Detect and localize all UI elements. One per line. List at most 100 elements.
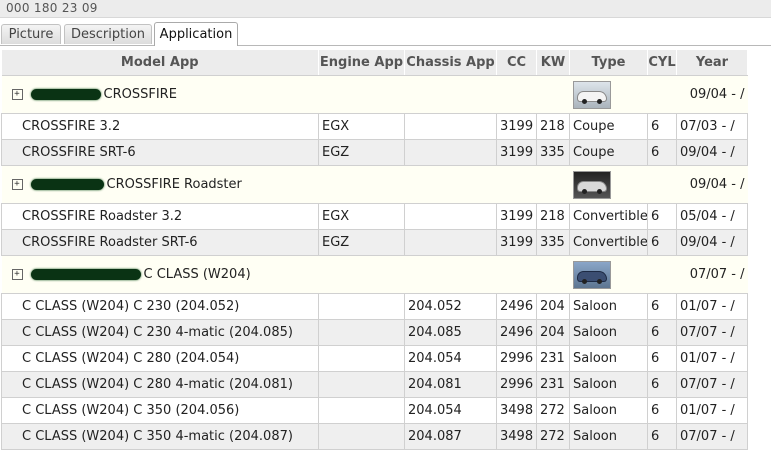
redacted-brand-mark bbox=[30, 179, 104, 190]
cell-engine: EGZ bbox=[318, 139, 405, 166]
cell-type: Convertible bbox=[569, 203, 648, 230]
tab-description[interactable]: Description bbox=[64, 24, 152, 44]
col-header-model-app[interactable]: Model App bbox=[1, 50, 319, 76]
wheel-shape bbox=[596, 98, 602, 104]
cell-chassis: 204.081 bbox=[404, 371, 497, 398]
car-thumbnail-icon[interactable] bbox=[572, 80, 611, 109]
cell-cyl: 6 bbox=[647, 371, 677, 398]
col-header-type[interactable]: Type bbox=[569, 50, 648, 76]
col-header-chassis-app[interactable]: Chassis App bbox=[404, 50, 497, 76]
col-header-engine-app[interactable]: Engine App bbox=[318, 50, 405, 76]
tab-strip: Picture Description Application bbox=[0, 22, 771, 46]
wheel-shape bbox=[581, 188, 587, 194]
table-row[interactable]: C CLASS (W204) C 230 4-matic (204.085) 20… bbox=[1, 319, 748, 346]
col-header-cc[interactable]: CC bbox=[496, 50, 537, 76]
cell-model: C CLASS (W204) C 230 (204.052) bbox=[1, 293, 319, 320]
group-year: 09/04 - / bbox=[676, 75, 748, 114]
cell-kw: 218 bbox=[536, 113, 570, 140]
cell-chassis bbox=[404, 113, 497, 140]
col-header-year[interactable]: Year bbox=[676, 50, 748, 76]
group-thumb-cell bbox=[569, 255, 677, 294]
cell-year: 07/03 - / bbox=[676, 113, 748, 140]
cell-cc: 2996 bbox=[496, 345, 537, 372]
cell-cc: 3199 bbox=[496, 139, 537, 166]
cell-year: 07/07 - / bbox=[676, 371, 748, 398]
table-row[interactable]: C CLASS (W204) C 350 4-matic (204.087) 20… bbox=[1, 423, 748, 450]
table-row[interactable]: C CLASS (W204) C 280 (204.054) 204.054 299… bbox=[1, 345, 748, 372]
part-number: 000 180 23 09 bbox=[6, 1, 98, 15]
expand-plus-icon[interactable]: + bbox=[11, 179, 23, 190]
table-body: + CROSSFIRE 09/04 - / CROSSFIRE 3.2 EGX 3199 2… bbox=[1, 75, 748, 450]
cell-chassis: 204.052 bbox=[404, 293, 497, 320]
cell-chassis: 204.054 bbox=[404, 345, 497, 372]
cell-cyl: 6 bbox=[647, 113, 677, 140]
tab-application[interactable]: Application bbox=[154, 22, 238, 46]
cell-type: Coupe bbox=[569, 113, 648, 140]
group-title: CROSSFIRE bbox=[103, 87, 177, 102]
car-thumbnail-icon[interactable] bbox=[572, 260, 611, 289]
group-title-cell: + CROSSFIRE Roadster bbox=[1, 165, 570, 204]
table-row[interactable]: C CLASS (W204) C 350 (204.056) 204.054 349… bbox=[1, 397, 748, 424]
group-row[interactable]: + C CLASS (W204) 07/07 - / bbox=[1, 255, 748, 294]
group-row[interactable]: + CROSSFIRE Roadster 09/04 - / bbox=[1, 165, 748, 204]
cell-year: 07/07 - / bbox=[676, 319, 748, 346]
cell-engine bbox=[318, 397, 405, 424]
cell-year: 07/07 - / bbox=[676, 423, 748, 450]
cell-cyl: 6 bbox=[647, 345, 677, 372]
cell-engine bbox=[318, 319, 405, 346]
cell-chassis: 204.087 bbox=[404, 423, 497, 450]
car-thumbnail-icon[interactable] bbox=[572, 170, 611, 199]
cell-cc: 2496 bbox=[496, 293, 537, 320]
tab-picture[interactable]: Picture bbox=[1, 24, 61, 44]
table-row[interactable]: C CLASS (W204) C 280 4-matic (204.081) 20… bbox=[1, 371, 748, 398]
cell-cc: 3498 bbox=[496, 397, 537, 424]
expand-plus-icon[interactable]: + bbox=[11, 89, 23, 100]
cell-engine: EGX bbox=[318, 203, 405, 230]
cell-cc: 3199 bbox=[496, 203, 537, 230]
group-row[interactable]: + CROSSFIRE 09/04 - / bbox=[1, 75, 748, 114]
group-year: 09/04 - / bbox=[676, 165, 748, 204]
cell-year: 01/07 - / bbox=[676, 345, 748, 372]
table-row[interactable]: CROSSFIRE SRT-6 EGZ 3199 335 Coupe 6 09/04 - / bbox=[1, 139, 748, 166]
cell-cc: 3199 bbox=[496, 113, 537, 140]
table-row[interactable]: CROSSFIRE Roadster 3.2 EGX 3199 218 Converti… bbox=[1, 203, 748, 230]
cell-cyl: 6 bbox=[647, 397, 677, 424]
cell-engine bbox=[318, 371, 405, 398]
expand-plus-icon[interactable]: + bbox=[11, 269, 23, 280]
cell-cyl: 6 bbox=[647, 319, 677, 346]
cell-year: 09/04 - / bbox=[676, 229, 748, 256]
table-row[interactable]: CROSSFIRE Roadster SRT-6 EGZ 3199 335 Conver… bbox=[1, 229, 748, 256]
cell-model: CROSSFIRE 3.2 bbox=[1, 113, 319, 140]
cell-kw: 272 bbox=[536, 423, 570, 450]
cell-chassis bbox=[404, 203, 497, 230]
cell-type: Coupe bbox=[569, 139, 648, 166]
cell-type: Convertible bbox=[569, 229, 648, 256]
cell-cyl: 6 bbox=[647, 139, 677, 166]
redacted-brand-mark bbox=[30, 89, 101, 100]
cell-kw: 218 bbox=[536, 203, 570, 230]
cell-kw: 204 bbox=[536, 293, 570, 320]
table-row[interactable]: C CLASS (W204) C 230 (204.052) 204.052 249… bbox=[1, 293, 748, 320]
cell-engine: EGX bbox=[318, 113, 405, 140]
cell-type: Saloon bbox=[569, 397, 648, 424]
col-header-kw[interactable]: KW bbox=[536, 50, 570, 76]
cell-model: CROSSFIRE Roadster SRT-6 bbox=[1, 229, 319, 256]
cell-year: 01/07 - / bbox=[676, 397, 748, 424]
cell-cyl: 6 bbox=[647, 203, 677, 230]
group-title-cell: + CROSSFIRE bbox=[1, 75, 570, 114]
cell-chassis bbox=[404, 229, 497, 256]
col-header-cyl[interactable]: CYL bbox=[647, 50, 677, 76]
cell-engine bbox=[318, 293, 405, 320]
group-title-cell: + C CLASS (W204) bbox=[1, 255, 570, 294]
cell-model: C CLASS (W204) C 280 (204.054) bbox=[1, 345, 319, 372]
cell-cc: 2496 bbox=[496, 319, 537, 346]
cell-year: 05/04 - / bbox=[676, 203, 748, 230]
wheel-shape bbox=[581, 278, 587, 284]
cell-kw: 272 bbox=[536, 397, 570, 424]
cell-cyl: 6 bbox=[647, 293, 677, 320]
cell-kw: 335 bbox=[536, 229, 570, 256]
table-row[interactable]: CROSSFIRE 3.2 EGX 3199 218 Coupe 6 07/03 - / bbox=[1, 113, 748, 140]
application-table: Model App Engine App Chassis App CC KW T… bbox=[1, 50, 748, 450]
cell-cc: 3199 bbox=[496, 229, 537, 256]
part-number-bar: 000 180 23 09 bbox=[0, 0, 771, 18]
